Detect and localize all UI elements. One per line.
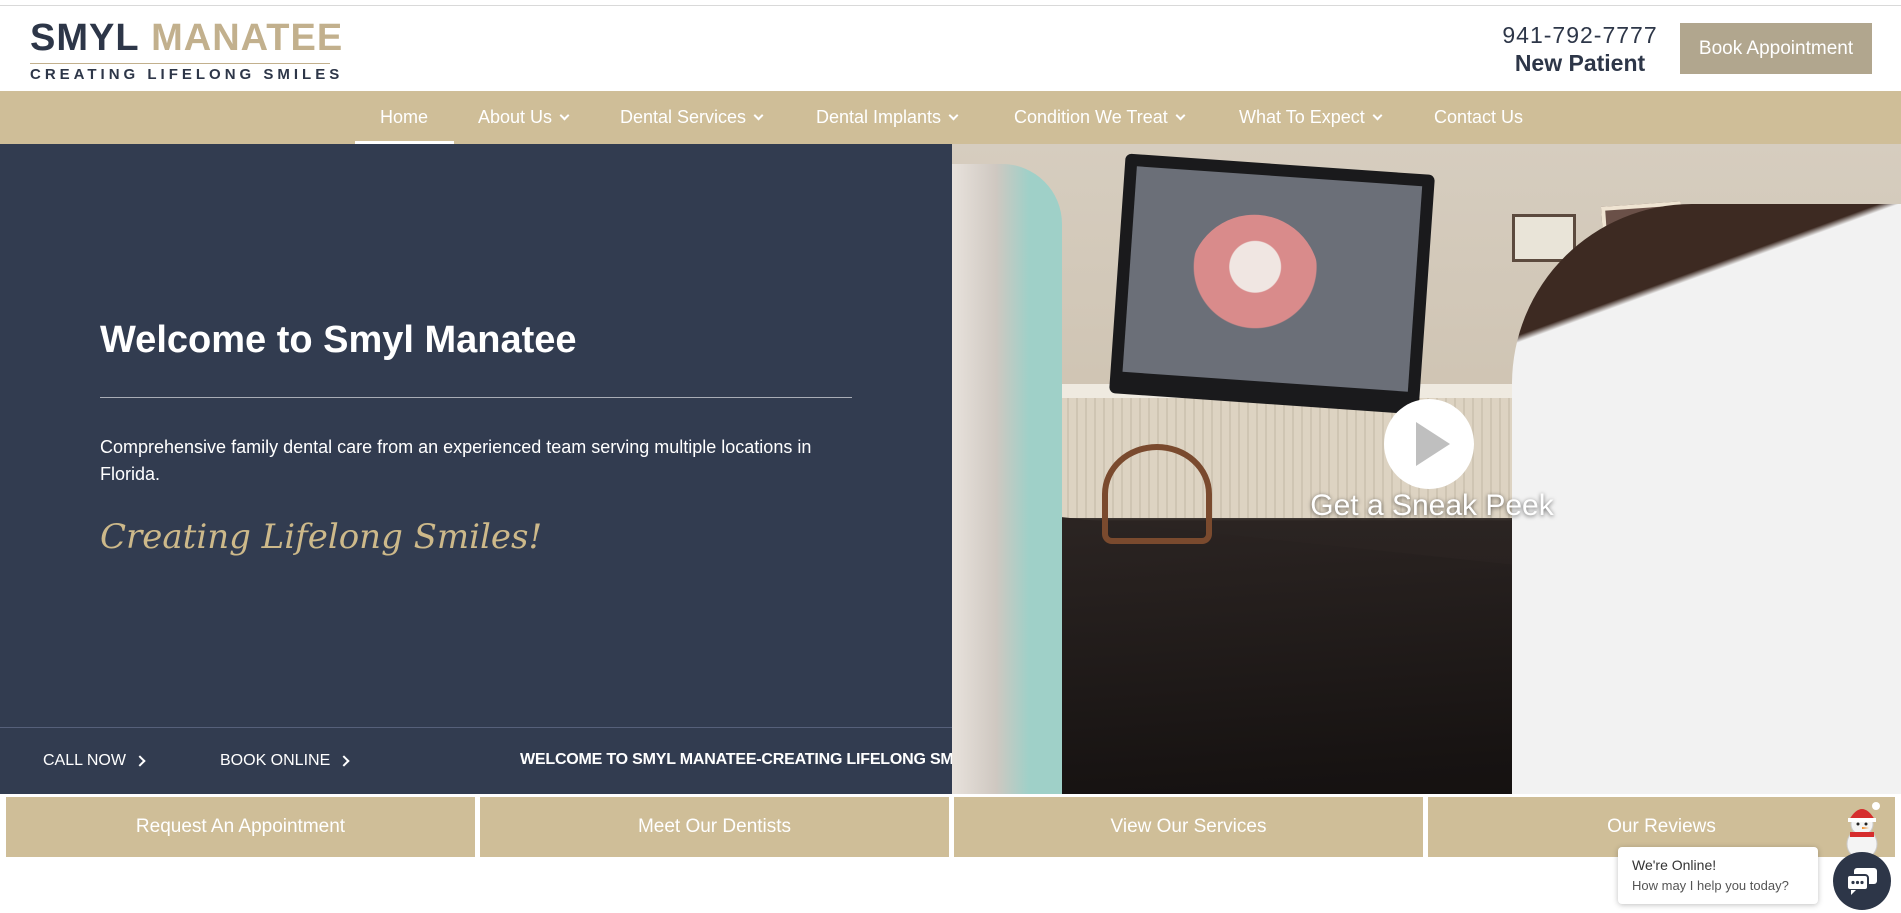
nav-item-label: Contact Us (1434, 107, 1524, 127)
chat-greeting-bubble[interactable]: We're Online! How may I help you today? (1618, 847, 1818, 904)
request-appointment-button[interactable]: Request An Appointment (6, 797, 475, 857)
hero-description: Comprehensive family dental care from an… (100, 437, 812, 484)
chat-icon (1846, 868, 1877, 895)
chat-status-text: We're Online! (1632, 857, 1717, 873)
new-patient-link[interactable]: New Patient (1480, 50, 1680, 77)
play-video-button[interactable] (1384, 399, 1474, 489)
book-online-label: BOOK ONLINE (220, 752, 331, 769)
video-still-patient (952, 164, 1062, 794)
call-now-label: CALL NOW (43, 752, 126, 769)
nav-item-dental-services[interactable]: Dental Services (620, 91, 764, 144)
chevron-right-icon (134, 755, 146, 767)
hero-intro-panel: Welcome to Smyl Manatee Comprehensive fa… (0, 144, 989, 794)
nav-item-label: About Us (478, 107, 553, 127)
chat-launcher-button[interactable] (1833, 852, 1891, 910)
hero-divider (100, 397, 852, 398)
video-caption: Get a Sneak Peek (1310, 489, 1554, 522)
view-services-button[interactable]: View Our Services (954, 797, 1423, 857)
nav-item-contact-us[interactable]: Contact Us (1434, 91, 1523, 144)
nav-item-label: Home (380, 107, 429, 127)
play-icon (1416, 422, 1450, 466)
logo-tagline: CREATING LIFELONG SMILES (30, 66, 344, 83)
welcome-marquee: WELCOME TO SMYL MANATEE-CREATING LIFELON… (520, 751, 989, 768)
chevron-down-icon (1175, 110, 1186, 121)
video-still-heart-basket (1102, 444, 1212, 544)
chevron-down-icon (753, 110, 764, 121)
hero-bottom-divider (0, 727, 952, 728)
chevron-down-icon (559, 110, 570, 121)
book-appointment-button[interactable]: Book Appointment (1680, 23, 1872, 74)
site-header: SMYL MANATEE CREATING LIFELONG SMILES 94… (0, 6, 1901, 91)
chat-prompt-text: How may I help you today? (1632, 878, 1789, 893)
logo-word-smyl: SMYL (30, 17, 140, 59)
hero-script-tagline: Creating Lifelong Smiles! (100, 517, 543, 557)
logo-wordmark: SMYL MANATEE (30, 16, 343, 60)
phone-number-link[interactable]: 941-792-7777 (1480, 22, 1680, 49)
video-still-screen (1122, 166, 1423, 392)
call-now-link[interactable]: CALL NOW (43, 752, 146, 770)
meet-dentists-button[interactable]: Meet Our Dentists (480, 797, 949, 857)
video-preview[interactable]: Get a Sneak Peek (952, 144, 1901, 794)
video-still-dentist (1512, 204, 1901, 794)
nav-item-label: Dental Services (620, 107, 747, 127)
site-logo[interactable]: SMYL MANATEE CREATING LIFELONG SMILES (30, 16, 342, 86)
chevron-down-icon (1372, 110, 1383, 121)
hero-title: Welcome to Smyl Manatee (100, 319, 577, 361)
nav-item-about-us[interactable]: About Us (478, 91, 570, 144)
book-online-link[interactable]: BOOK ONLINE (220, 752, 350, 770)
nav-item-what-to-expect[interactable]: What To Expect (1239, 91, 1383, 144)
nav-item-dental-implants[interactable]: Dental Implants (816, 91, 959, 144)
video-still-dental-scan (1184, 210, 1324, 350)
logo-word-manatee: MANATEE (151, 17, 344, 59)
nav-item-label: Condition We Treat (1014, 107, 1168, 127)
nav-item-home[interactable]: Home (380, 91, 428, 144)
chevron-down-icon (948, 110, 959, 121)
logo-divider (30, 63, 330, 64)
main-nav: Home About Us Dental Services Dental Imp… (0, 91, 1901, 144)
nav-item-label: What To Expect (1239, 107, 1365, 127)
chevron-right-icon (338, 755, 350, 767)
nav-item-condition-we-treat[interactable]: Condition We Treat (1014, 91, 1186, 144)
snowman-icon (1846, 802, 1880, 860)
video-still-monitor (1109, 153, 1435, 415)
nav-item-label: Dental Implants (816, 107, 942, 127)
